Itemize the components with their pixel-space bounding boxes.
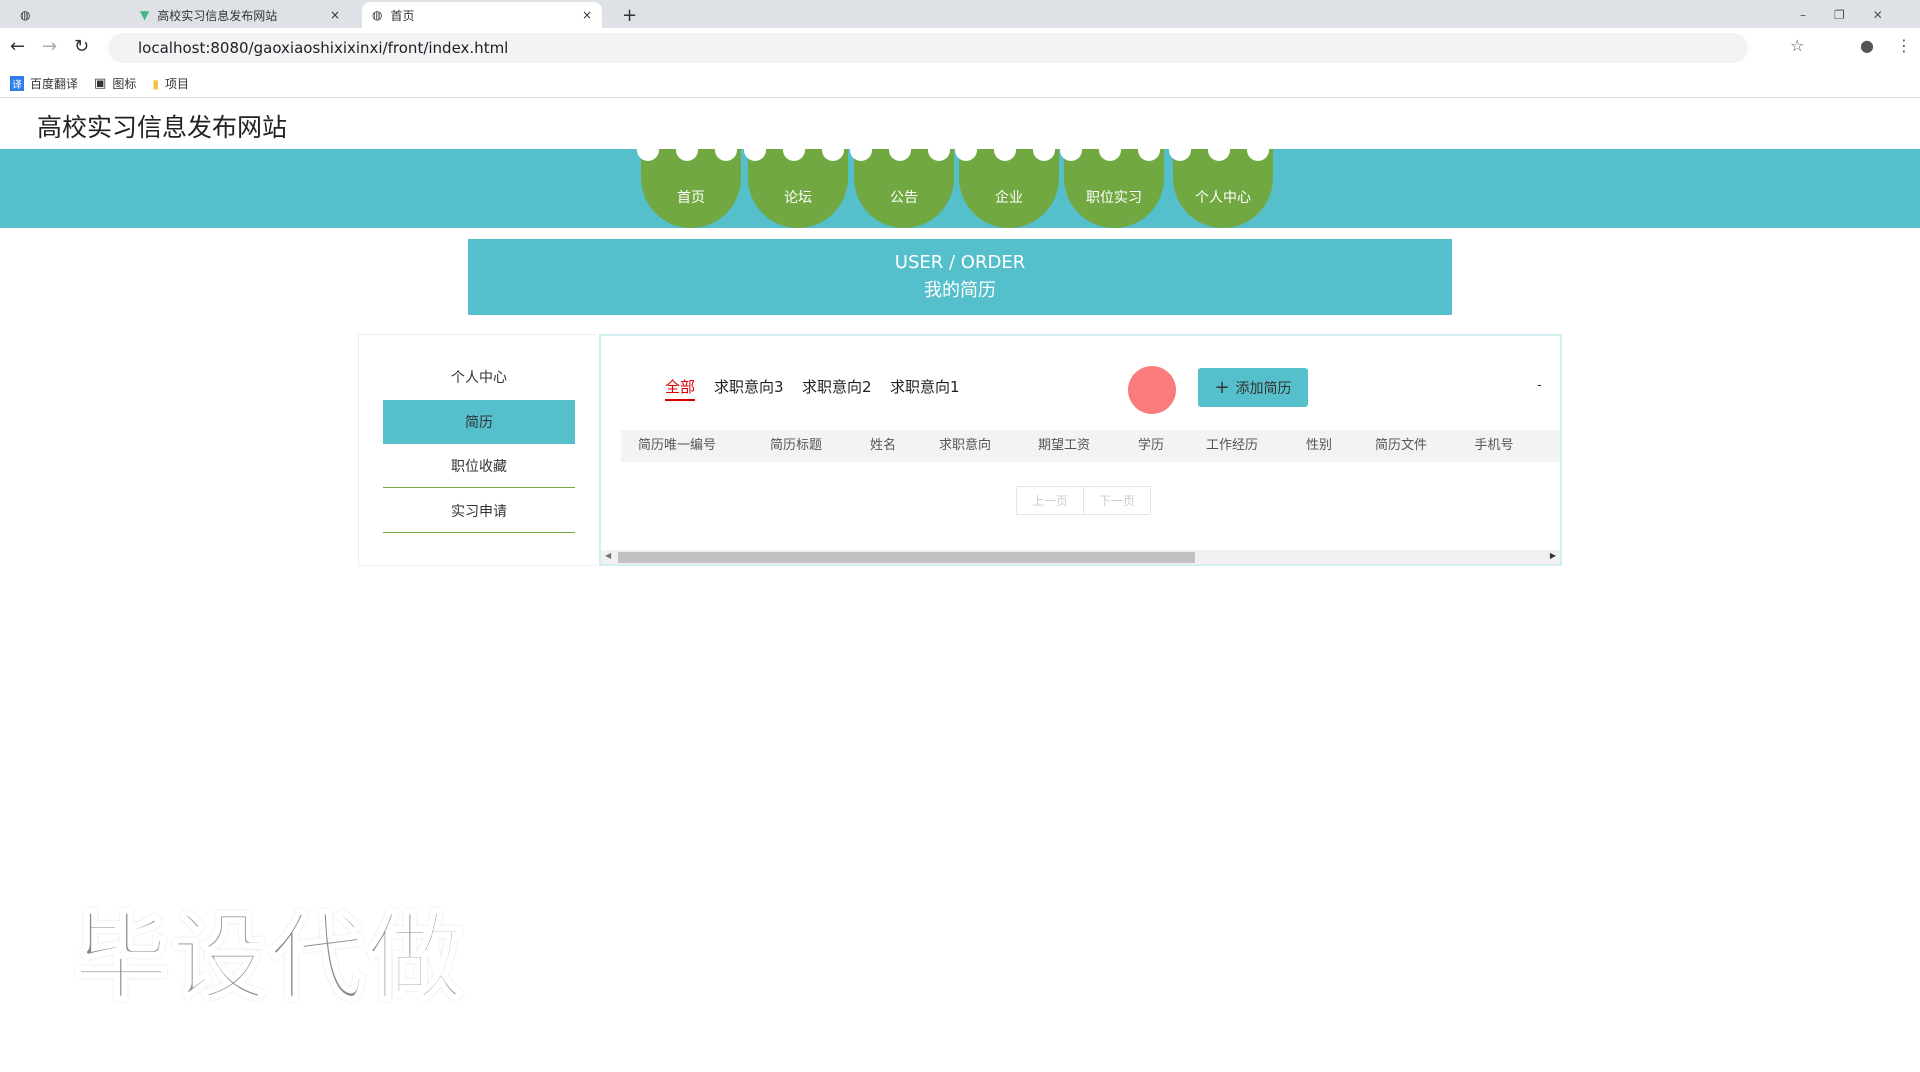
profile-icon[interactable]: ● (1860, 36, 1874, 55)
page-banner: USER / ORDER 我的简历 (468, 239, 1452, 315)
scallop-decoration (637, 139, 659, 161)
browser-tab[interactable]: ▼ 高校实习信息发布网站 × (130, 2, 350, 28)
column-header: 简历文件 (1374, 438, 1428, 453)
table-header: 简历唯一编号简历标题姓名求职意向期望工资学历工作经历性别简历文件手机号照 (621, 430, 1560, 462)
scallop-decoration (955, 139, 977, 161)
translate-icon: 译 (10, 76, 24, 91)
nav-item-label: 公告 (890, 189, 918, 206)
scallop-decoration (889, 139, 911, 161)
scallop-decoration (744, 139, 766, 161)
column-header: 工作经历 (1205, 438, 1259, 453)
scroll-left-icon: ◀ (605, 551, 612, 560)
bookmark-icons[interactable]: ▣ 图标 (94, 75, 136, 92)
horizontal-scrollbar[interactable]: ◀ ▶ (601, 550, 1560, 564)
sidebar-item-applications[interactable]: 实习申请 (383, 489, 575, 533)
browser-tab-active[interactable]: ◍ 首页 × (362, 2, 602, 28)
scallop-decoration (1208, 139, 1230, 161)
plus-icon: + (1214, 377, 1230, 398)
nav-item-label: 企业 (995, 189, 1023, 206)
close-icon[interactable]: × (582, 8, 592, 22)
filter-tab-all[interactable]: 全部 (665, 376, 696, 401)
scallop-decoration (1099, 139, 1121, 161)
column-header: 简历唯一编号 (637, 438, 717, 453)
scallop-decoration (822, 139, 844, 161)
column-header: 期望工资 (1037, 438, 1091, 453)
site-title: 高校实习信息发布网站 (37, 113, 288, 142)
resume-panel: 全部 求职意向3 求职意向2 求职意向1 + 添加简历 - 简历唯一编号 简历标题 姓… (599, 334, 1562, 566)
url-input[interactable]: localhost:8080/gaoxiaoshixixinxi/front/i… (108, 33, 1748, 63)
nav-item-label: 论坛 (784, 189, 812, 206)
pagination: 上一页 下一页 (1016, 486, 1151, 515)
add-resume-button[interactable]: + 添加简历 (1198, 368, 1308, 407)
nav-item-label: 首页 (677, 189, 705, 206)
filter-tab-intent-3[interactable]: 求职意向3 (714, 376, 784, 397)
folder-icon: ▮ (152, 76, 159, 91)
scallop-decoration (1247, 139, 1269, 161)
dash-text: - (1537, 378, 1542, 393)
banner-title: 我的简历 (924, 280, 996, 301)
vue-icon: ▼ (140, 8, 150, 22)
column-header: 姓名 (869, 438, 897, 453)
scallop-decoration (994, 139, 1016, 161)
column-header: 手机号 (1474, 438, 1514, 453)
nav-item-label: 职位实习 (1086, 189, 1142, 206)
scallop-decoration (1169, 139, 1191, 161)
restore-icon: ❐ (1834, 8, 1845, 22)
globe-icon[interactable]: ◍ (10, 2, 40, 28)
minimize-icon: – (1800, 8, 1806, 22)
reload-icon[interactable]: ↻ (74, 36, 89, 57)
forward-icon[interactable]: → (42, 36, 57, 57)
column-header: 性别 (1305, 438, 1333, 453)
nav-item-label: 个人中心 (1195, 189, 1251, 206)
close-icon[interactable]: × (330, 8, 340, 22)
column-header: 学历 (1137, 438, 1165, 453)
star-icon[interactable]: ☆ (1790, 36, 1804, 55)
banner-en: USER / ORDER (894, 252, 1026, 273)
scallop-decoration (1060, 139, 1082, 161)
menu-icon[interactable]: ⋮ (1896, 36, 1912, 55)
watermark: 毕设代做 (72, 901, 465, 1016)
cursor-highlight (1128, 366, 1176, 414)
browser-tab-strip: ◍ ▼ 高校实习信息发布网站 × ◍ 首页 × + – ❐ ✕ (0, 0, 1920, 28)
bookmarks-bar: 译百度翻译 ▣ 图标 ▮ 项目 (0, 70, 1920, 98)
bookmark-project[interactable]: ▮ 项目 (152, 75, 189, 92)
sidebar: 个人中心 简历 职位收藏 实习申请 (358, 334, 596, 566)
scroll-right-icon: ▶ (1549, 551, 1556, 560)
scallop-decoration (850, 139, 872, 161)
scallop-decoration (928, 139, 950, 161)
scallop-decoration (715, 139, 737, 161)
column-header: 求职意向 (938, 438, 992, 453)
scallop-decoration (1138, 139, 1160, 161)
close-window-icon: ✕ (1872, 8, 1883, 22)
scallop-decoration (1033, 139, 1055, 161)
new-tab-button[interactable]: + (612, 2, 647, 28)
window-controls[interactable]: – ❐ ✕ (1790, 2, 1893, 28)
sidebar-item-favorites[interactable]: 职位收藏 (383, 444, 575, 488)
address-bar-row: ← → ↻ localhost:8080/gaoxiaoshixixinxi/f… (0, 28, 1920, 70)
filter-tab-intent-2[interactable]: 求职意向2 (802, 376, 872, 397)
bookmark-baidu-translate[interactable]: 译百度翻译 (10, 75, 78, 92)
prev-page-button[interactable]: 上一页 (1017, 487, 1084, 514)
scallop-decoration (676, 139, 698, 161)
column-header: 简历标题 (769, 438, 823, 453)
back-icon[interactable]: ← (10, 36, 25, 57)
globe-icon: ◍ (372, 8, 383, 22)
scrollbar-thumb[interactable] (618, 552, 1195, 563)
image-icon: ▣ (94, 76, 107, 91)
sidebar-item-resume[interactable]: 简历 (383, 400, 575, 444)
next-page-button[interactable]: 下一页 (1084, 487, 1150, 514)
scallop-decoration (783, 139, 805, 161)
sidebar-item-personal-center[interactable]: 个人中心 (383, 355, 575, 399)
filter-tab-intent-1[interactable]: 求职意向1 (890, 376, 960, 397)
